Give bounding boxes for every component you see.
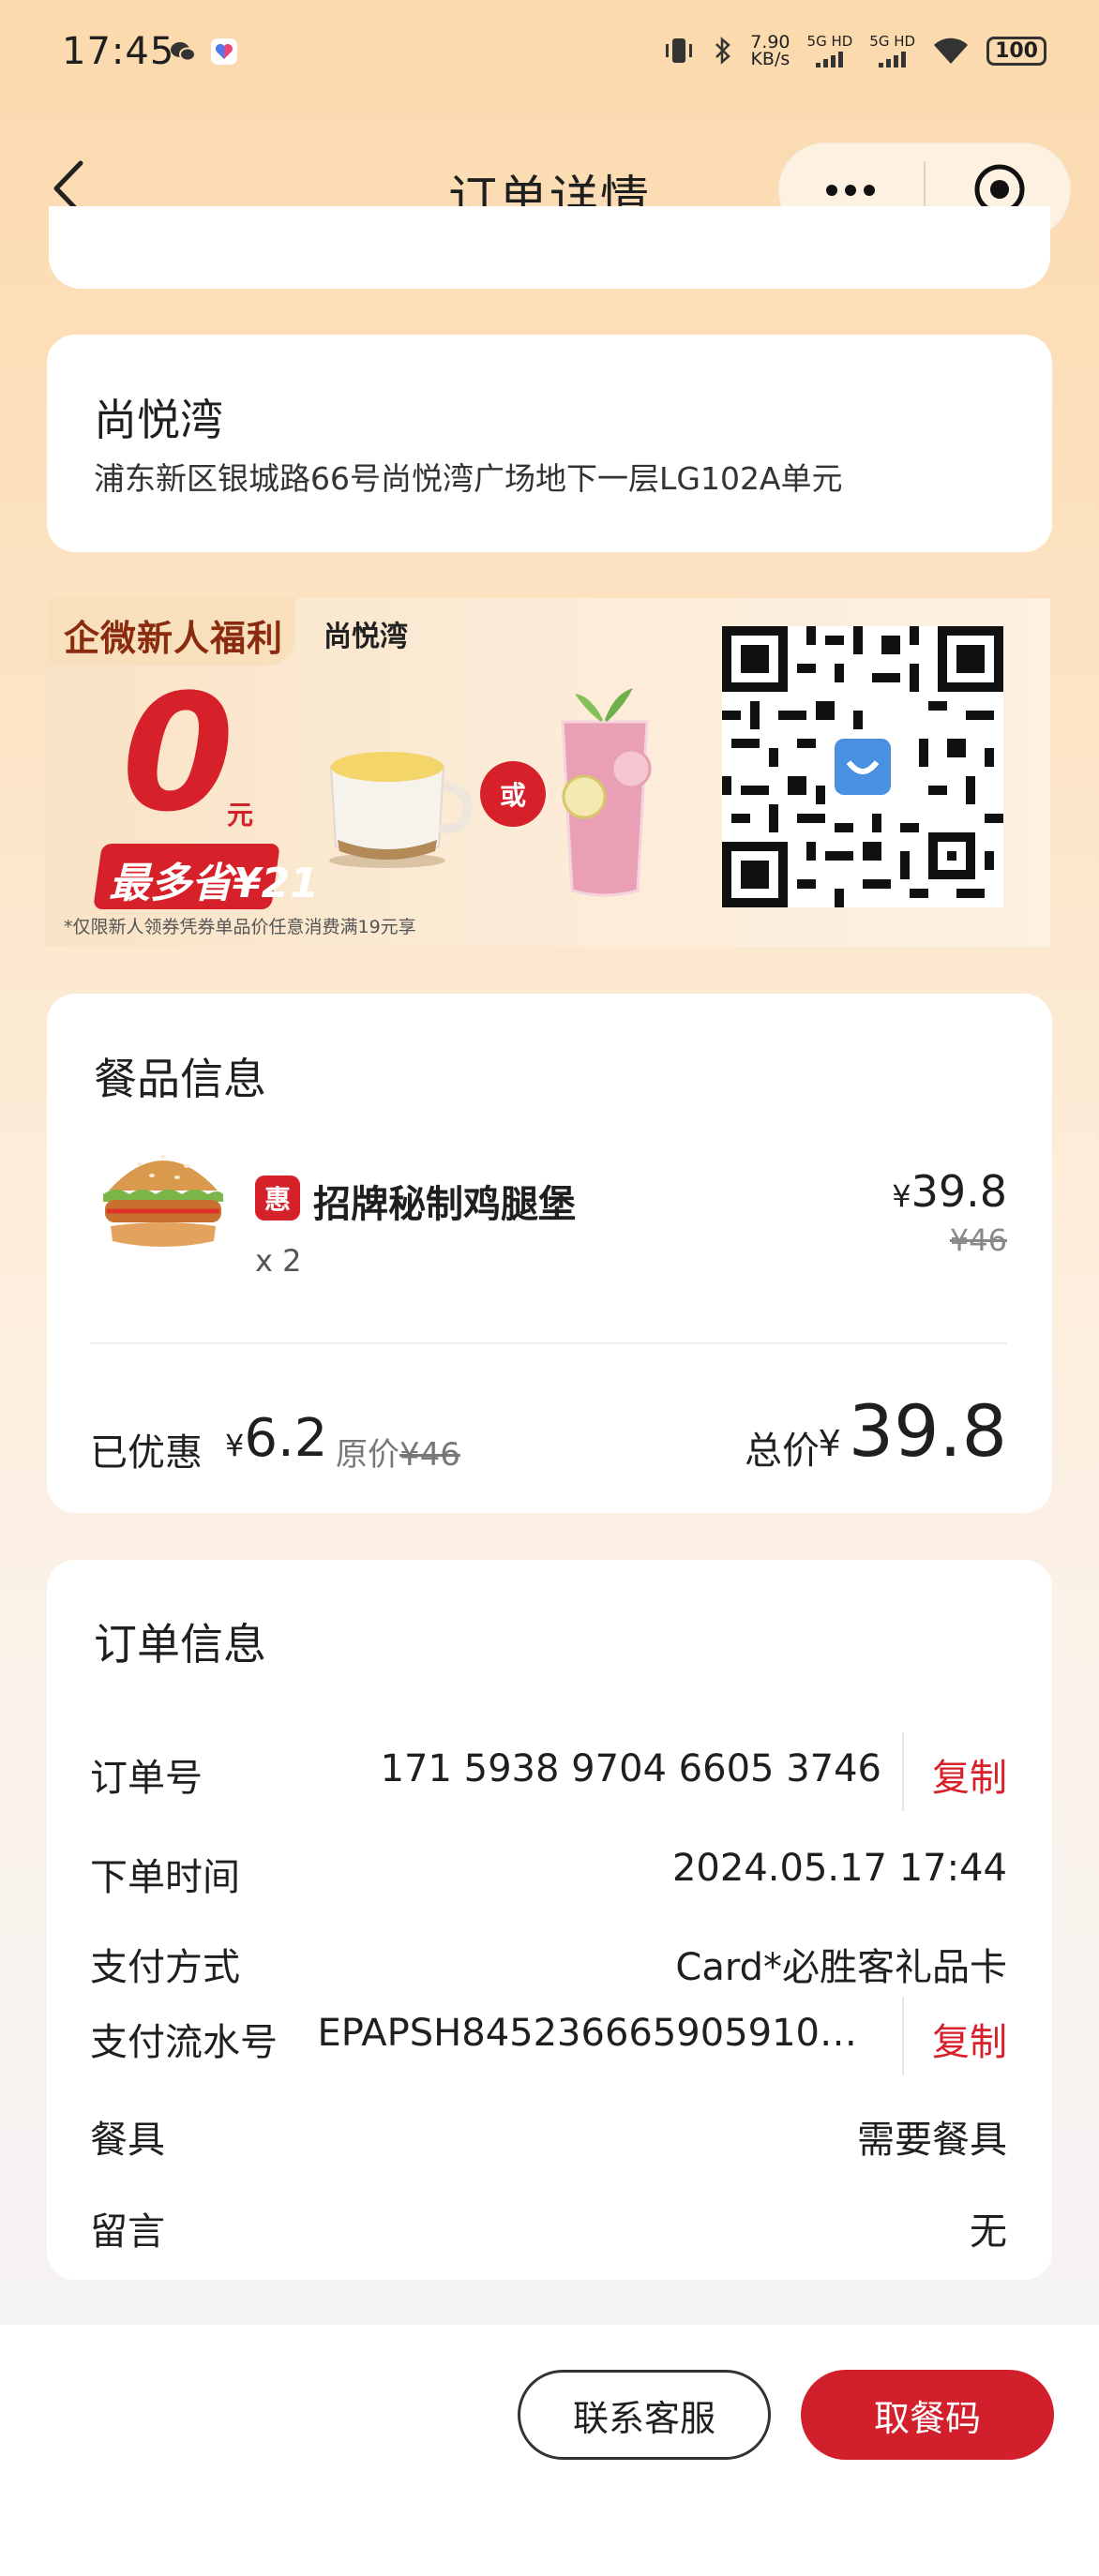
order-time-value: 2024.05.17 17:44 — [671, 1847, 1007, 1890]
discount-badge: 惠 — [255, 1176, 300, 1221]
remark-value: 无 — [970, 2210, 1007, 2254]
promo-tag-text: 企微新人福利 — [64, 618, 284, 659]
copy-divider — [902, 1732, 904, 1811]
store-address: 浦东新区银城路66号尚悦湾广场地下一层LG102A单元 — [94, 460, 843, 497]
total-value: ¥39.8 — [818, 1389, 1007, 1473]
copy-order-number-button[interactable]: 复制 — [932, 1747, 1007, 1802]
signal-sim1: 5G HD — [807, 34, 852, 67]
copy-divider — [902, 1997, 904, 2075]
promo-note: *仅限新人领券凭券单品价任意消费满19元享 — [64, 917, 416, 937]
status-app-icons — [169, 37, 238, 66]
item-original-price: ¥46 — [949, 1222, 1007, 1258]
item-name: 招牌秘制鸡腿堡 — [313, 1183, 576, 1226]
transaction-id-value: EPAPSH845236665905910… — [317, 2012, 857, 2055]
wifi-icon — [934, 37, 969, 64]
net-speed: 7.90 KB/s — [750, 32, 790, 69]
vibrate-icon — [666, 38, 693, 63]
payment-method-label: 支付方式 — [90, 1946, 240, 1989]
status-indicators: 7.90 KB/s 5G HD 5G HD 100 — [662, 32, 1046, 69]
qr-code-image[interactable] — [722, 626, 1003, 907]
promo-store-name: 尚悦湾 — [324, 621, 408, 653]
promo-unit: 元 — [227, 800, 254, 831]
item-price: ¥39.8 — [892, 1166, 1007, 1217]
original-total: 原价¥46 — [336, 1436, 460, 1474]
discount-label: 已优惠 — [90, 1431, 203, 1475]
payment-method-value: Card*必胜客礼品卡 — [675, 1946, 1007, 1989]
or-badge: 或 — [480, 761, 546, 827]
soup-cup-image — [329, 752, 473, 868]
signal-sim2: 5G HD — [869, 34, 915, 67]
burger-image — [103, 1155, 223, 1247]
battery-indicator: 100 — [986, 36, 1046, 66]
food-section-title: 餐品信息 — [94, 1054, 266, 1104]
order-time-label: 下单时间 — [90, 1856, 240, 1899]
pickup-code-button[interactable]: 取餐码 — [801, 2370, 1054, 2460]
total-label: 总价 — [745, 1430, 820, 1473]
discount-value: ¥6.2 — [225, 1408, 328, 1469]
utensils-value: 需要餐具 — [857, 2119, 1007, 2162]
app-heart-icon — [211, 38, 237, 65]
store-name: 尚悦湾 — [94, 395, 223, 445]
more-icon[interactable] — [818, 178, 883, 202]
promo-big-number: 0 — [122, 659, 234, 847]
order-number-label: 订单号 — [90, 1757, 203, 1800]
status-time: 17:45 — [62, 30, 175, 73]
drink-image — [561, 688, 652, 897]
bluetooth-icon — [715, 37, 731, 65]
utensils-label: 餐具 — [90, 2119, 165, 2162]
item-quantity: x 2 — [255, 1243, 302, 1279]
wechat-icon — [171, 42, 196, 62]
order-section-title: 订单信息 — [94, 1619, 266, 1670]
divider — [90, 1342, 1007, 1344]
transaction-id-label: 支付流水号 — [90, 2021, 278, 2064]
save-text: 最多省¥21 — [109, 860, 319, 907]
copy-transaction-id-button[interactable]: 复制 — [932, 2012, 1007, 2066]
remark-label: 留言 — [90, 2210, 165, 2254]
order-number-value: 171 5938 9704 6605 3746 — [380, 1747, 881, 1790]
contact-service-button[interactable]: 联系客服 — [518, 2370, 771, 2460]
previous-card-edge — [49, 206, 1050, 289]
